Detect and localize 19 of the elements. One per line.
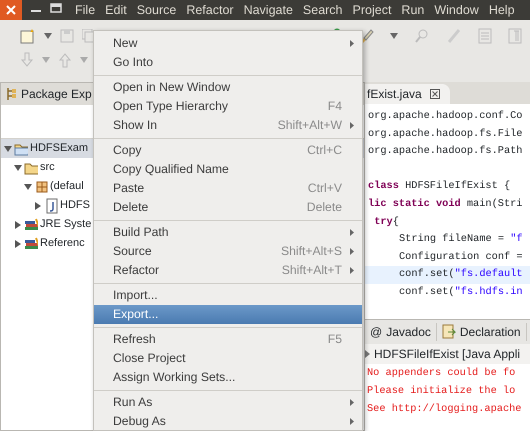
console-output: See http://logging.apache <box>366 402 522 417</box>
code-line: org.apache.hadoop.conf.Co <box>367 109 524 124</box>
tree-label: Referenc <box>40 236 85 252</box>
code-line: try{ <box>373 214 400 230</box>
code-line: String fileName = "f <box>398 232 524 248</box>
tree-label: HDFSExam <box>30 141 88 156</box>
code-line: Configuration conf = <box>398 250 524 265</box>
code-line: class HDFSFileIfExist { <box>367 179 512 194</box>
tree-label: src <box>40 160 55 176</box>
code-line: conf.set("fs.hdfs.in <box>398 284 524 300</box>
code-line: lic static void main(Stri <box>367 196 524 212</box>
code-line: org.apache.hadoop.fs.File <box>367 126 524 142</box>
console-title: HDFSFileIfExist [Java Appli <box>374 346 520 363</box>
code-line: org.apache.hadoop.fs.Path <box>367 144 524 160</box>
tree-label: (defaul <box>50 179 84 194</box>
tree-label: HDFS <box>60 198 90 214</box>
console-output: No appenders could be fo <box>366 366 516 381</box>
console-output: Please initialize the lo <box>366 384 516 399</box>
tree-label: JRE Syste <box>40 217 92 232</box>
